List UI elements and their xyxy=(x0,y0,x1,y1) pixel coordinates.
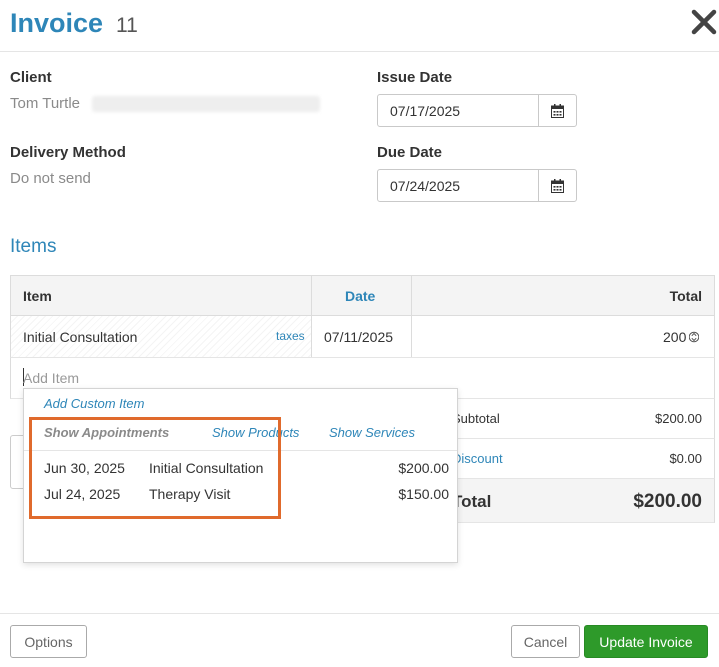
appointment-price: $200.00 xyxy=(398,460,449,476)
page-title: Invoice xyxy=(10,8,104,38)
table-row: Initial Consultation taxes 07/11/2025 20… xyxy=(10,316,715,358)
appointment-name: Therapy Visit xyxy=(149,486,231,502)
appointment-price: $150.00 xyxy=(398,486,449,502)
cancel-button[interactable]: Cancel xyxy=(511,625,580,658)
tab-show-services[interactable]: Show Services xyxy=(329,425,415,440)
close-button[interactable] xyxy=(690,6,718,38)
column-header-date[interactable]: Date xyxy=(345,288,375,304)
issue-date-label: Issue Date xyxy=(377,69,453,86)
due-date-field[interactable]: 07/24/2025 xyxy=(377,169,577,202)
add-item-dropdown: Add Custom Item Show Appointments Show P… xyxy=(23,388,458,563)
taxes-link[interactable]: taxes xyxy=(276,329,305,343)
items-table-header: Item Date Total xyxy=(10,275,715,316)
appointment-name: Initial Consultation xyxy=(149,460,264,476)
close-icon xyxy=(691,9,717,35)
item-date[interactable]: 07/11/2025 xyxy=(324,329,393,345)
appointment-item[interactable]: Jun 30, 2025 Initial Consultation $200.0… xyxy=(24,456,457,482)
total-value: $200.00 xyxy=(633,491,702,512)
subtotal-label: Subtotal xyxy=(452,411,500,426)
invoice-number: 11 xyxy=(116,14,138,37)
delivery-method-label: Delivery Method xyxy=(10,144,126,161)
discount-value: $0.00 xyxy=(669,451,702,466)
issue-date-calendar-button[interactable] xyxy=(538,95,576,126)
client-name: Tom Turtle xyxy=(10,95,81,112)
discount-link[interactable]: Discount xyxy=(452,451,503,466)
options-button[interactable]: Options xyxy=(10,625,87,658)
add-custom-item-link[interactable]: Add Custom Item xyxy=(44,396,144,411)
issue-date-field[interactable]: 07/17/2025 xyxy=(377,94,577,127)
appointment-date: Jun 30, 2025 xyxy=(44,460,125,476)
calendar-icon xyxy=(551,103,564,118)
tab-show-products[interactable]: Show Products xyxy=(212,425,299,440)
modal-header: Invoice 11 xyxy=(0,0,719,52)
stepper-icon[interactable] xyxy=(689,329,699,345)
client-email-redacted xyxy=(92,96,320,112)
modal-footer: Options Cancel Update Invoice xyxy=(0,613,719,667)
item-total-input[interactable]: 200 xyxy=(663,329,686,345)
client-label: Client xyxy=(10,69,52,86)
issue-date-value[interactable]: 07/17/2025 xyxy=(390,103,460,119)
subtotal-value: $200.00 xyxy=(655,411,702,426)
due-date-value[interactable]: 07/24/2025 xyxy=(390,178,460,194)
calendar-icon xyxy=(551,178,564,193)
items-section-title: Items xyxy=(10,236,57,257)
due-date-label: Due Date xyxy=(377,144,443,161)
tab-show-appointments[interactable]: Show Appointments xyxy=(44,425,169,440)
due-date-calendar-button[interactable] xyxy=(538,170,576,201)
item-name[interactable]: Initial Consultation xyxy=(23,329,137,345)
delivery-method-value: Do not send xyxy=(10,170,91,187)
update-invoice-button[interactable]: Update Invoice xyxy=(584,625,708,658)
appointment-date: Jul 24, 2025 xyxy=(44,486,121,502)
add-item-input[interactable]: Add Item xyxy=(23,370,79,386)
column-header-total: Total xyxy=(669,288,702,304)
column-header-item: Item xyxy=(23,288,52,304)
appointment-item[interactable]: Jul 24, 2025 Therapy Visit $150.00 xyxy=(24,482,457,508)
